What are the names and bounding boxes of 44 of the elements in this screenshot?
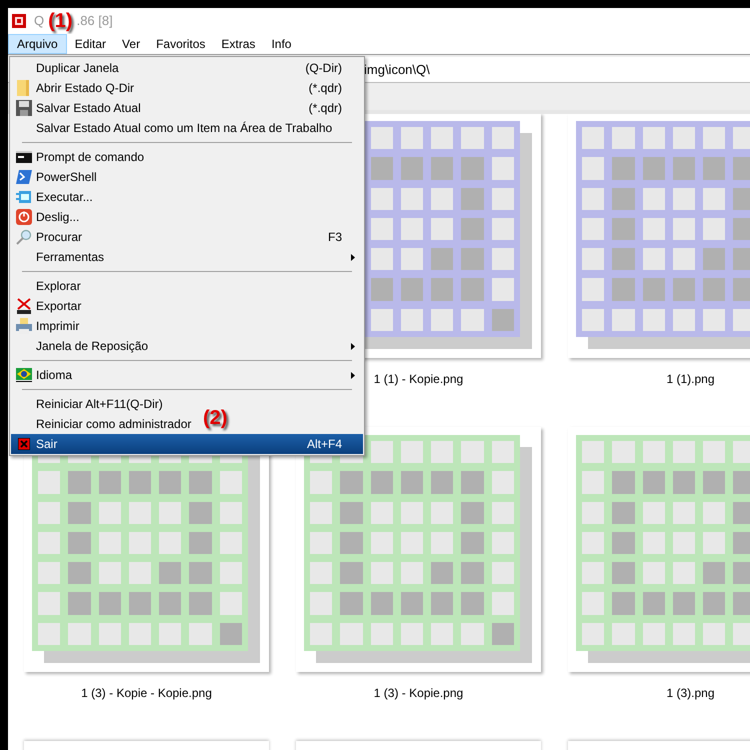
menu-item[interactable]: Procurar F3	[11, 227, 363, 247]
menu-item[interactable]: Deslig...	[11, 207, 363, 227]
menu-bar-item[interactable]: Favoritos	[148, 34, 214, 54]
menu-bar-item[interactable]: Extras	[213, 34, 264, 54]
file-name: 1 (3) - Kopie.png	[372, 685, 464, 702]
menu-item[interactable]: Idioma	[11, 365, 363, 385]
search-icon	[16, 229, 32, 245]
menu-item[interactable]: Prompt de comando	[11, 147, 363, 167]
menu-item[interactable]: Duplicar Janela (Q-Dir)	[11, 58, 363, 78]
printer-icon	[16, 318, 32, 334]
crossed-plug-icon	[16, 298, 32, 314]
image-thumbnail[interactable]	[568, 427, 750, 672]
terminal-icon	[16, 151, 32, 163]
image-thumbnail[interactable]	[296, 427, 541, 672]
run-window-icon	[16, 190, 32, 204]
menu-item[interactable]: Sair Alt+F4	[11, 434, 363, 454]
menu-item[interactable]: Explorar	[11, 276, 363, 296]
power-icon	[16, 209, 32, 225]
app-icon	[12, 14, 26, 28]
menu-bar-item[interactable]: Ver	[114, 34, 148, 54]
menu-item[interactable]: Salvar Estado Atual como um Item na Área de Trabalho	[11, 118, 363, 138]
file-name: 1 (3) - Kopie - Kopie.png	[80, 685, 213, 702]
menu-bar-item[interactable]: Arquivo	[8, 34, 67, 54]
flag-icon	[16, 368, 32, 382]
menu-item[interactable]: Imprimir	[11, 316, 363, 336]
menu-item[interactable]: PowerShell	[11, 167, 363, 187]
menu-item[interactable]: Executar...	[11, 187, 363, 207]
menu-item[interactable]: Salvar Estado Atual (*.qdr)	[11, 98, 363, 118]
powershell-icon	[16, 170, 32, 184]
file-name: 1 (1) - Kopie.png	[372, 371, 464, 388]
folder-icon	[17, 80, 30, 96]
file-name: 1 (3).png	[665, 685, 716, 702]
image-thumbnail[interactable]	[568, 114, 750, 358]
annotation-label: (1)	[48, 11, 73, 31]
file-name: 1 (1).png	[665, 371, 716, 388]
window-title: .86 [8]	[76, 12, 113, 30]
close-icon	[18, 438, 30, 450]
menu-bar-item[interactable]: Info	[263, 34, 300, 54]
menu-bar-item[interactable]: Editar	[66, 34, 114, 54]
menu-item[interactable]: Ferramentas	[11, 247, 363, 267]
menu-item[interactable]: Exportar	[11, 296, 363, 316]
window-title: Q	[34, 12, 44, 30]
annotation-label: (2)	[203, 408, 228, 428]
menu-item[interactable]: Janela de Reposição	[11, 336, 363, 356]
